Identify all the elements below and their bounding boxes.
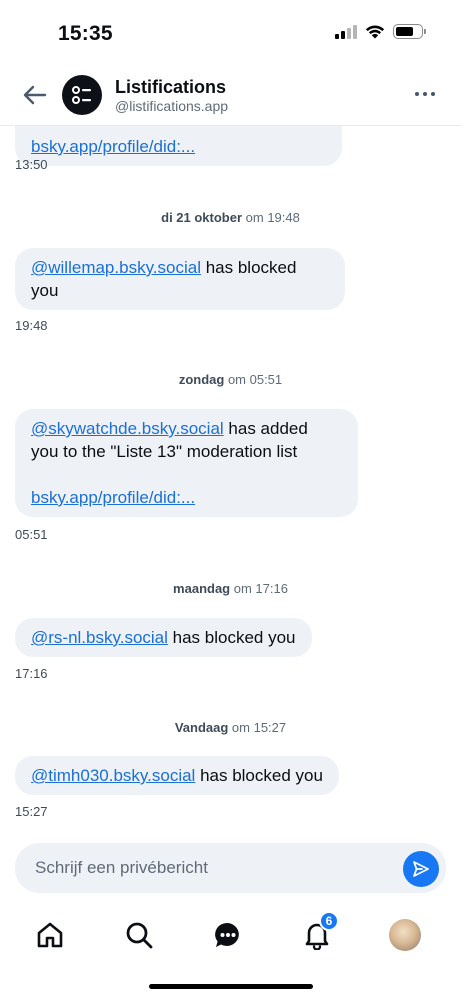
message-timestamp: 05:51 bbox=[15, 527, 48, 542]
back-arrow-icon bbox=[23, 85, 47, 105]
tab-home[interactable] bbox=[32, 917, 68, 953]
conversation-name[interactable]: Listifications bbox=[115, 77, 226, 98]
tab-profile[interactable] bbox=[387, 917, 423, 953]
list-logo-icon bbox=[72, 86, 91, 104]
profile-avatar bbox=[389, 919, 421, 951]
conversation-header: Listifications @listifications.app bbox=[0, 66, 461, 126]
notification-badge: 6 bbox=[319, 911, 339, 931]
status-time: 15:35 bbox=[58, 22, 113, 45]
message-timestamp: 19:48 bbox=[15, 318, 48, 333]
message-link[interactable]: bsky.app/profile/did:... bbox=[31, 488, 195, 507]
more-dots-icon bbox=[415, 92, 419, 96]
conversation-handle: @listifications.app bbox=[115, 98, 229, 114]
signal-icon bbox=[335, 24, 357, 39]
message-bubble: @skywatchde.bsky.social has added you to… bbox=[15, 409, 358, 517]
message-bubble: @timh030.bsky.social has blocked you bbox=[15, 756, 339, 795]
back-button[interactable] bbox=[20, 82, 50, 108]
message-input[interactable] bbox=[35, 843, 395, 893]
send-icon bbox=[413, 861, 429, 877]
message-handle-link[interactable]: @timh030.bsky.social bbox=[31, 766, 195, 785]
home-indicator bbox=[149, 984, 313, 989]
message-timestamp: 17:16 bbox=[15, 666, 48, 681]
bottom-tab-bar: 6 bbox=[0, 905, 461, 965]
wifi-icon bbox=[365, 25, 385, 39]
message-link[interactable]: bsky.app/profile/did:... bbox=[31, 137, 195, 156]
message-composer bbox=[15, 843, 446, 893]
tab-search[interactable] bbox=[121, 917, 157, 953]
message-bubble: bsky.app/profile/did:... bbox=[15, 126, 342, 166]
send-button[interactable] bbox=[403, 851, 439, 887]
message-bubble: @willemap.bsky.social has blocked you bbox=[15, 248, 345, 310]
date-separator: maandag om 17:16 bbox=[173, 581, 288, 596]
status-bar: 15:35 bbox=[0, 0, 461, 66]
chat-icon bbox=[215, 922, 239, 947]
message-handle-link[interactable]: @skywatchde.bsky.social bbox=[31, 419, 224, 438]
home-icon bbox=[37, 922, 63, 948]
status-icons bbox=[335, 24, 426, 39]
message-handle-link[interactable]: @willemap.bsky.social bbox=[31, 258, 201, 277]
message-timestamp: 13:50 bbox=[15, 157, 48, 172]
tab-chat[interactable] bbox=[210, 917, 246, 953]
date-separator: Vandaag om 15:27 bbox=[174, 720, 287, 735]
tab-notifications[interactable]: 6 bbox=[299, 911, 339, 953]
battery-icon bbox=[393, 24, 426, 39]
message-timestamp: 15:27 bbox=[15, 804, 48, 819]
date-separator: di 21 oktober om 19:48 bbox=[161, 210, 300, 225]
more-options-button[interactable] bbox=[415, 92, 435, 96]
search-icon bbox=[126, 922, 153, 949]
message-list[interactable]: bsky.app/profile/did:... 13:50 di 21 okt… bbox=[0, 126, 461, 842]
message-handle-link[interactable]: @rs-nl.bsky.social bbox=[31, 628, 168, 647]
date-separator: zondag om 05:51 bbox=[178, 372, 283, 387]
conversation-avatar[interactable] bbox=[62, 75, 102, 115]
message-bubble: @rs-nl.bsky.social has blocked you bbox=[15, 618, 312, 657]
